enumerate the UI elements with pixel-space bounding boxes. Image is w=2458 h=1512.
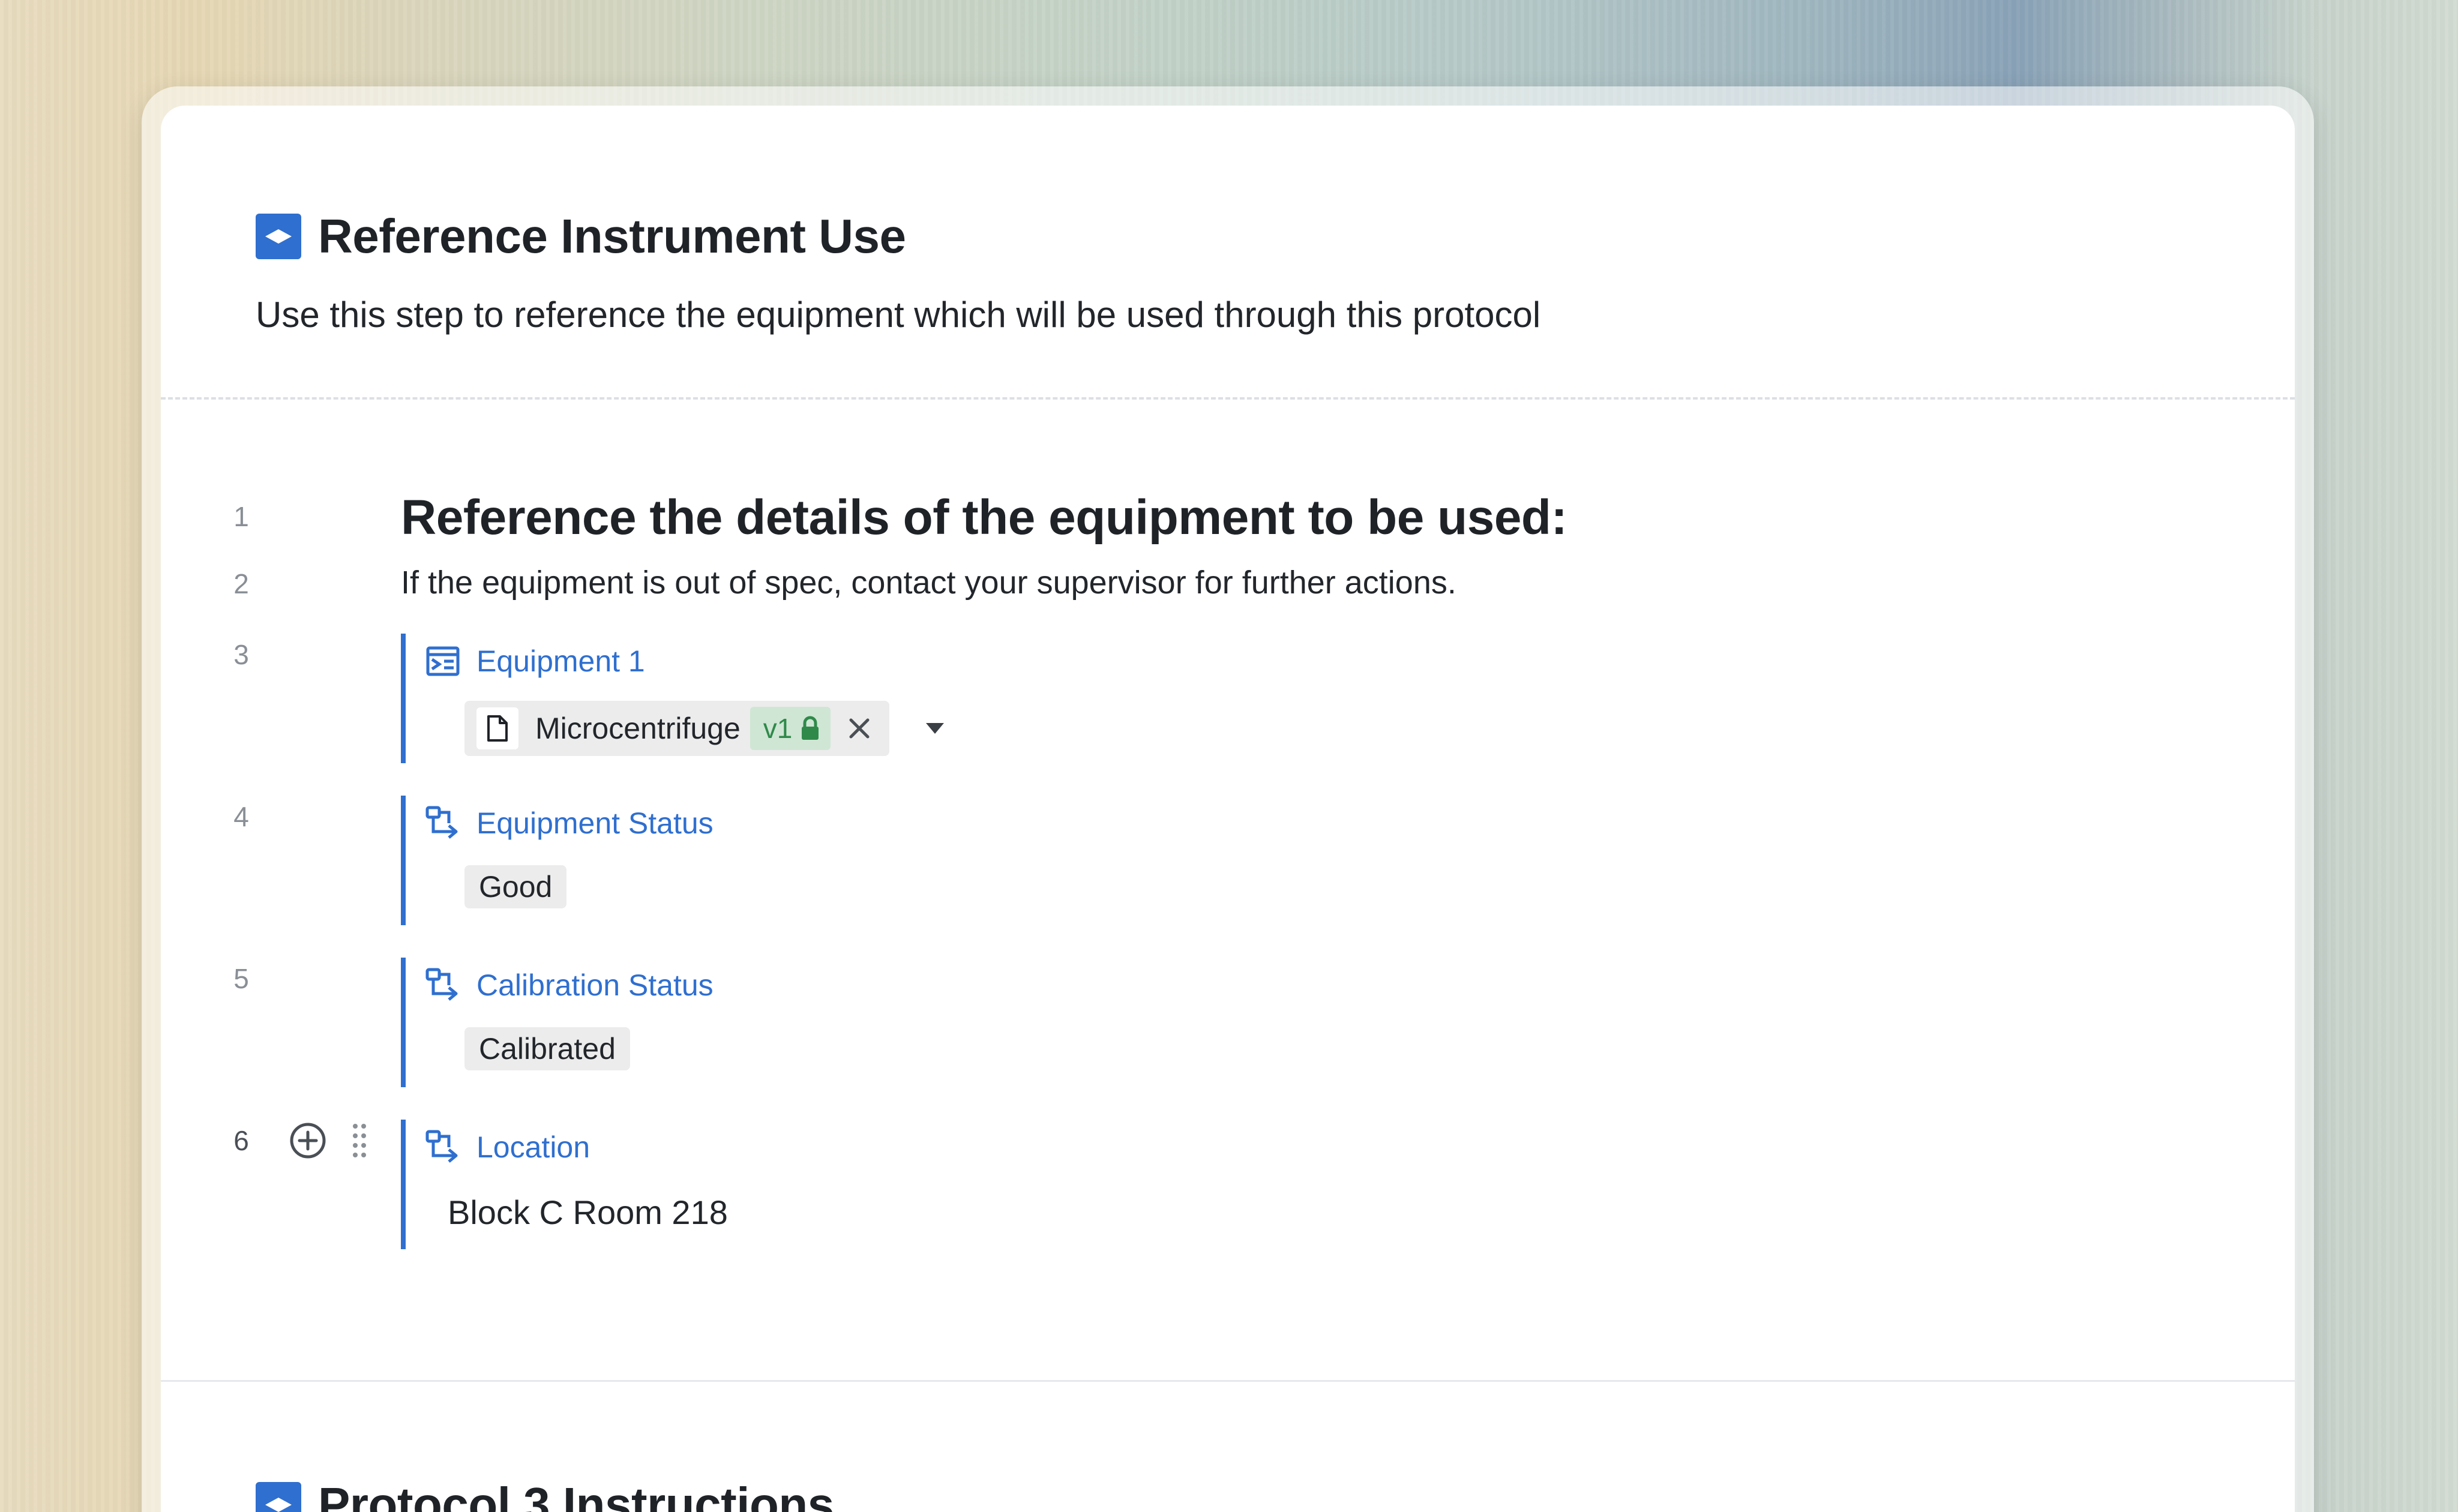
- section-title[interactable]: Reference Instrument Use: [318, 209, 906, 264]
- calibration-status-label-text: Calibration Status: [476, 968, 714, 1002]
- branch-arrow-icon: [424, 1128, 462, 1166]
- version-text: v1: [763, 713, 793, 744]
- content-note[interactable]: If the equipment is out of spec, contact…: [401, 564, 1456, 601]
- section-header: Reference Instrument Use Use this step t…: [256, 206, 2295, 335]
- section-divider: [161, 397, 2295, 400]
- equipment-field-label[interactable]: Equipment 1: [424, 637, 645, 685]
- next-section-header: Protocol 3 Instructions: [256, 1475, 834, 1512]
- step-icon: [256, 1482, 301, 1512]
- section-description[interactable]: Use this step to reference the equipment…: [256, 294, 2295, 335]
- document-icon: [476, 707, 518, 749]
- row-controls: [287, 1120, 374, 1162]
- next-section-title[interactable]: Protocol 3 Instructions: [318, 1477, 834, 1512]
- protocol-editor-window: Reference Instrument Use Use this step t…: [161, 106, 2295, 1512]
- calibration-status-value[interactable]: Calibrated: [464, 1027, 630, 1070]
- lock-icon: [802, 716, 819, 740]
- line-number: 4: [233, 801, 249, 832]
- equipment-name: Microcentrifuge: [535, 712, 741, 745]
- close-icon[interactable]: [841, 710, 877, 746]
- line-number: 1: [233, 501, 249, 532]
- calibration-status-label[interactable]: Calibration Status: [424, 961, 714, 1009]
- location-label-text: Location: [476, 1130, 590, 1164]
- line-number: 3: [233, 639, 249, 670]
- equipment-status-value[interactable]: Good: [464, 865, 567, 908]
- equipment-status-label-text: Equipment Status: [476, 806, 714, 840]
- step-icon: [256, 214, 301, 259]
- add-circle-icon[interactable]: [287, 1120, 329, 1162]
- location-value[interactable]: Block C Room 218: [448, 1193, 728, 1232]
- version-badge: v1: [750, 707, 831, 750]
- location-field: Location Block C Room 218: [401, 1120, 1846, 1249]
- equipment-chip[interactable]: Microcentrifuge v1: [464, 701, 890, 756]
- location-label[interactable]: Location: [424, 1123, 590, 1171]
- drag-handle-icon[interactable]: [344, 1120, 374, 1162]
- equipment-field-icon: [424, 642, 462, 680]
- content-heading[interactable]: Reference the details of the equipment t…: [401, 490, 1567, 546]
- line-number: 2: [233, 568, 249, 599]
- line-number: 5: [233, 963, 249, 994]
- equipment-label-text: Equipment 1: [476, 644, 645, 678]
- branch-arrow-icon: [424, 966, 462, 1004]
- equipment-status-label[interactable]: Equipment Status: [424, 799, 714, 847]
- line-number: 6: [233, 1125, 249, 1156]
- calibration-status-field: Calibration Status Calibrated: [401, 958, 1846, 1087]
- section-separator: [161, 1380, 2295, 1382]
- equipment-field: Equipment 1 Microcentrifuge v1: [401, 634, 1846, 763]
- section-title-row: Reference Instrument Use: [256, 206, 2295, 266]
- caret-down-icon[interactable]: [917, 710, 953, 746]
- equipment-status-field: Equipment Status Good: [401, 796, 1846, 925]
- branch-arrow-icon: [424, 804, 462, 842]
